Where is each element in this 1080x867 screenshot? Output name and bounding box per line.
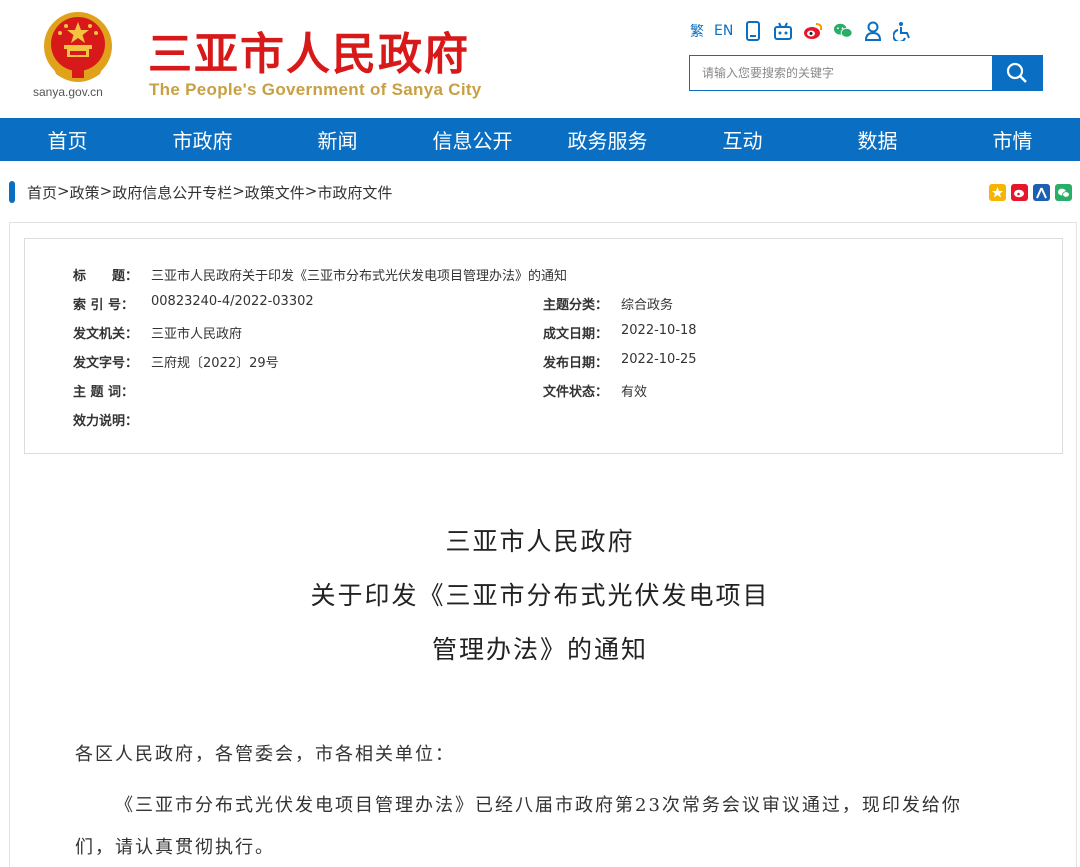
nav-item-data[interactable]: 数据 [810, 118, 945, 161]
meta-index-value: 00823240-4/2022-03302 [151, 294, 314, 309]
breadcrumb-separator: > [232, 182, 245, 200]
user-icon[interactable] [863, 21, 883, 41]
meta-title-row: 标 题： 三亚市人民政府关于印发《三亚市分布式光伏发电项目管理办法》的通知 [73, 265, 567, 284]
document-title-line-3: 管理办法》的通知 [431, 635, 648, 664]
meta-topic-label: 主题分类： [543, 298, 609, 313]
meta-index-row: 索 引 号： 00823240-4/2022-03302 [73, 294, 314, 313]
site-title-cn: 三亚市人民政府 [148, 29, 470, 80]
breadcrumb-disclosure-column[interactable]: 政府信息公开专栏 [112, 182, 232, 203]
qzone-icon[interactable] [989, 184, 1006, 201]
wechat-icon[interactable] [833, 21, 853, 41]
meta-index-label: 索 引 号： [73, 298, 135, 313]
main-nav: 首页 市政府 新闻 信息公开 政务服务 互动 数据 市情 [0, 118, 1080, 161]
meta-docno-value: 三府规〔2022〕29号 [151, 356, 279, 371]
document-metadata-box: 标 题： 三亚市人民政府关于印发《三亚市分布式光伏发电项目管理办法》的通知 索 … [24, 238, 1063, 454]
breadcrumb-marker [9, 181, 15, 203]
breadcrumb-separator: > [304, 182, 318, 200]
meta-written-label: 成文日期： [543, 327, 609, 342]
top-utility-links: 繁 EN [690, 20, 913, 42]
renren-icon[interactable] [1033, 184, 1050, 201]
document-salutation: 各区人民政府，各管委会，市各相关单位： [75, 744, 455, 765]
weibo-share-icon[interactable] [1011, 184, 1028, 201]
meta-issuer-label: 发文机关： [73, 327, 139, 342]
wechat-share-icon[interactable] [1055, 184, 1072, 201]
search-icon [1006, 62, 1027, 83]
breadcrumb-path: 首页 > 政策 > 政府信息公开专栏 > 政策文件 > 市政府文件 [27, 182, 392, 203]
search-button[interactable] [992, 56, 1042, 90]
nav-item-disclosure[interactable]: 信息公开 [405, 118, 540, 161]
document-body-line-2: 们，请认真贯彻执行。 [75, 837, 275, 858]
breadcrumb: 首页 > 政策 > 政府信息公开专栏 > 政策文件 > 市政府文件 [0, 178, 1080, 206]
nav-item-home[interactable]: 首页 [0, 118, 135, 161]
meta-topic-value: 综合政务 [621, 298, 674, 313]
breadcrumb-home[interactable]: 首页 [27, 182, 57, 203]
nav-item-interaction[interactable]: 互动 [675, 118, 810, 161]
english-link[interactable]: EN [714, 23, 733, 39]
breadcrumb-separator: > [57, 182, 70, 200]
meta-docno-row: 发文字号： 三府规〔2022〕29号 [73, 352, 279, 371]
meta-status-row: 文件状态： 有效 [543, 381, 647, 400]
robot-icon[interactable] [773, 21, 793, 41]
meta-topic-row: 主题分类： 综合政务 [543, 294, 673, 313]
breadcrumb-policy[interactable]: 政策 [70, 182, 100, 203]
meta-title-label: 标 题： [73, 269, 139, 284]
breadcrumb-policy-documents[interactable]: 政策文件 [245, 182, 305, 203]
document-body-line-1: 《三亚市分布式光伏发电项目管理办法》已经八届市政府第23次常务会议审议通过，现印… [115, 795, 962, 816]
nav-item-news[interactable]: 新闻 [270, 118, 405, 161]
meta-keywords-row: 主 题 词： [73, 381, 151, 400]
meta-status-value: 有效 [621, 385, 648, 400]
meta-validity-label: 效力说明： [73, 414, 139, 429]
meta-written-value: 2022-10-18 [621, 323, 697, 338]
breadcrumb-municipal-documents[interactable]: 市政府文件 [317, 182, 392, 203]
search-input[interactable] [690, 56, 992, 90]
nav-item-government[interactable]: 市政府 [135, 118, 270, 161]
meta-validity-row: 效力说明： [73, 410, 151, 429]
site-title-en: The People's Government of Sanya City [149, 80, 482, 99]
meta-written-row: 成文日期： 2022-10-18 [543, 323, 697, 342]
weibo-icon[interactable] [803, 21, 823, 41]
breadcrumb-separator: > [99, 182, 113, 200]
meta-keywords-label: 主 题 词： [73, 385, 135, 400]
nav-item-city-info[interactable]: 市情 [945, 118, 1080, 161]
mobile-icon[interactable] [743, 21, 763, 41]
document-title-line-1: 三亚市人民政府 [445, 527, 635, 556]
national-emblem-logo[interactable] [36, 8, 120, 88]
meta-published-row: 发布日期： 2022-10-25 [543, 352, 697, 371]
meta-status-label: 文件状态： [543, 385, 609, 400]
nav-item-services[interactable]: 政务服务 [540, 118, 675, 161]
traditional-chinese-link[interactable]: 繁 [690, 21, 704, 41]
meta-docno-label: 发文字号： [73, 356, 139, 371]
meta-issuer-row: 发文机关： 三亚市人民政府 [73, 323, 242, 342]
accessibility-icon[interactable] [893, 21, 913, 41]
site-domain: sanya.gov.cn [33, 85, 103, 99]
meta-published-label: 发布日期： [543, 356, 609, 371]
document-title-line-2: 关于印发《三亚市分布式光伏发电项目 [310, 581, 770, 610]
meta-published-value: 2022-10-25 [621, 352, 697, 367]
site-header: sanya.gov.cn 三亚市人民政府 The People's Govern… [0, 0, 1080, 118]
search-box [689, 55, 1043, 91]
meta-issuer-value: 三亚市人民政府 [151, 327, 243, 342]
meta-title-value: 三亚市人民政府关于印发《三亚市分布式光伏发电项目管理办法》的通知 [151, 269, 568, 284]
share-bar [989, 184, 1072, 201]
